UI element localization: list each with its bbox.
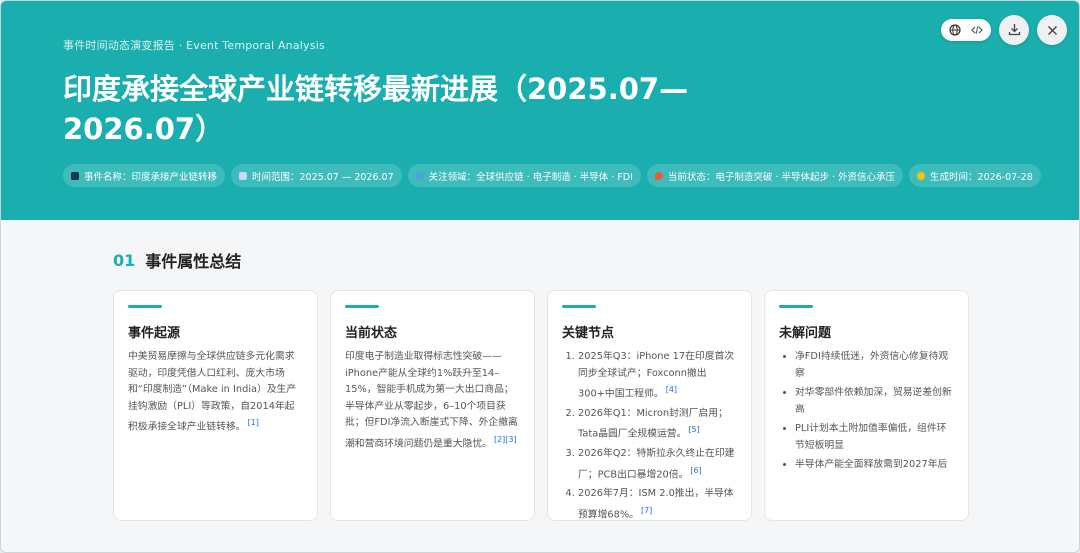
card-title: 关键节点: [562, 326, 615, 341]
citation-link[interactable]: [1]: [248, 418, 259, 427]
calendar-icon: [239, 171, 248, 180]
report-window: 事件时间动态演变报告 · Event Temporal Analysis 印度承…: [0, 0, 1080, 553]
close-button[interactable]: [1037, 15, 1067, 45]
list-item: 2025年Q3：iPhone 17在印度首次同步全球试产；Foxconn撤出30…: [578, 349, 737, 403]
list-item: 2026年Q2：特斯拉永久终止在印建厂；PCB出口暴增20倍。[6]: [578, 446, 737, 483]
citation-link[interactable]: [5]: [688, 425, 699, 434]
card-current-status: 当前状态 印度电子制造业取得标志性突破——iPhone产能从全球约1%跃升至14…: [330, 290, 535, 521]
download-button[interactable]: [999, 15, 1029, 45]
code-icon[interactable]: [971, 21, 983, 40]
issue-list: 净FDI持续低迷，外资信心修复待观察 对华零部件依赖加深，贸易逆差创新高 PLI…: [779, 349, 954, 474]
citation-link[interactable]: [6]: [690, 466, 701, 475]
tag-label: 关注领域：全球供应链 · 电子制造 · 半导体 · FDI: [428, 171, 633, 183]
card-text: 中美贸易摩擦与全球供应链多元化需求驱动，印度凭借人口红利、庞大市场和“印度制造”…: [128, 351, 297, 433]
section-header: 01 事件属性总结: [113, 248, 241, 272]
tag-label: 时间范围：2025.07 — 2026.07: [252, 171, 394, 183]
download-icon: [1008, 21, 1021, 40]
tag-current-status: 当前状态：电子制造突破 · 半导体起步 · 外资信心承压: [646, 164, 904, 187]
flag-icon: [71, 171, 79, 180]
section-title: 事件属性总结: [145, 252, 242, 271]
card-origin: 事件起源 中美贸易摩擦与全球供应链多元化需求驱动，印度凭借人口红利、庞大市场和“…: [113, 290, 318, 521]
list-item: PLI计划本土附加值率偏低，组件环节短板明显: [795, 421, 954, 454]
card-accent-bar: [562, 305, 596, 308]
report-eyebrow: 事件时间动态演变报告 · Event Temporal Analysis: [63, 39, 325, 52]
tag-generated-time: 生成时间：2026-07-28: [909, 164, 1041, 187]
globe-icon[interactable]: [949, 21, 961, 40]
tag-event-name: 事件名称：印度承接产业链转移: [63, 164, 226, 187]
card-accent-bar: [345, 305, 379, 308]
section-number: 01: [113, 250, 136, 270]
card-key-milestones: 关键节点 2025年Q3：iPhone 17在印度首次同步全球试产；Foxcon…: [547, 290, 752, 521]
report-title: 印度承接全球产业链转移最新进展（2025.07—2026.07）: [63, 72, 689, 146]
tag-time-range: 时间范围：2025.07 — 2026.07: [231, 164, 402, 187]
card-accent-bar: [779, 305, 813, 308]
tag-label: 生成时间：2026-07-28: [930, 171, 1033, 183]
close-icon: [1047, 21, 1058, 40]
clock-icon: [917, 171, 926, 180]
card-accent-bar: [128, 305, 162, 308]
citation-link[interactable]: [2][3]: [494, 435, 517, 444]
card-open-issues: 未解问题 净FDI持续低迷，外资信心修复待观察 对华零部件依赖加深，贸易逆差创新…: [764, 290, 969, 521]
tag-label: 事件名称：印度承接产业链转移: [84, 171, 218, 183]
tag-label: 当前状态：电子制造突破 · 半导体起步 · 外资信心承压: [667, 171, 896, 183]
report-header: 事件时间动态演变报告 · Event Temporal Analysis 印度承…: [1, 1, 1079, 220]
card-title: 当前状态: [345, 326, 398, 341]
card-title: 事件起源: [128, 326, 181, 341]
list-item: 对华零部件依赖加深，贸易逆差创新高: [795, 385, 954, 418]
pin-icon: [654, 171, 663, 180]
summary-cards: 事件起源 中美贸易摩擦与全球供应链多元化需求驱动，印度凭借人口红利、庞大市场和“…: [113, 290, 969, 521]
tag-focus-area: 关注领域：全球供应链 · 电子制造 · 半导体 · FDI: [407, 164, 641, 187]
view-toggle: [941, 19, 991, 41]
card-title: 未解问题: [779, 326, 832, 341]
list-item: 净FDI持续低迷，外资信心修复待观察: [795, 349, 954, 382]
meta-tags: 事件名称：印度承接产业链转移 时间范围：2025.07 — 2026.07 关注…: [63, 164, 1041, 187]
toolbar: [941, 15, 1067, 45]
list-item: 半导体产能全面释放需到2027年后: [795, 457, 954, 474]
list-item: 2026年Q1：Micron封测厂启用；Tata晶圆厂全规模运营。[5]: [578, 406, 737, 443]
globe-icon: [415, 171, 424, 180]
list-item: 2026年7月：ISM 2.0推出，半导体预算增68%。[7]: [578, 486, 737, 523]
citation-link[interactable]: [7]: [641, 506, 652, 515]
milestone-list: 2025年Q3：iPhone 17在印度首次同步全球试产；Foxconn撤出30…: [562, 349, 737, 524]
citation-link[interactable]: [4]: [666, 385, 677, 394]
card-text: 印度电子制造业取得标志性突破——iPhone产能从全球约1%跃升至14–15%，…: [345, 351, 518, 449]
